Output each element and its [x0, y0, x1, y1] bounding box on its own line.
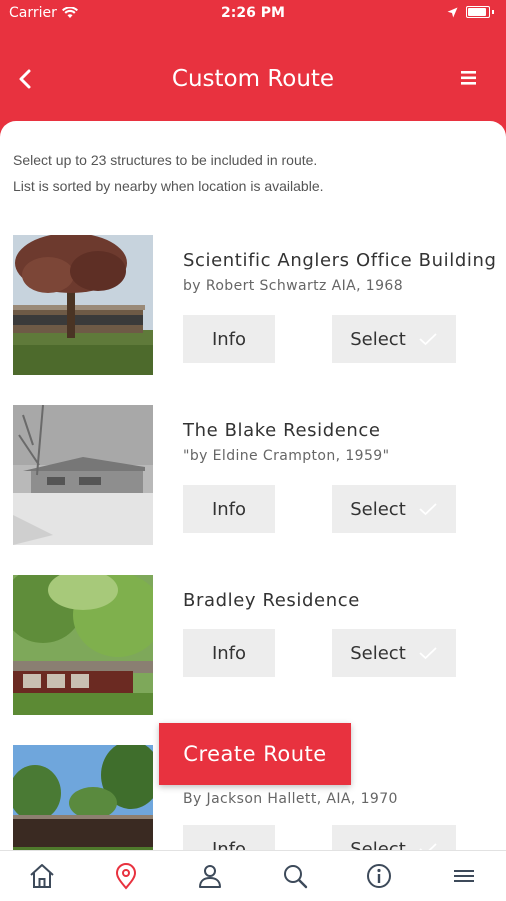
select-button[interactable]: Select	[332, 315, 456, 363]
structure-title: Scientific Anglers Office Building	[183, 250, 497, 271]
select-button-label: Select	[350, 498, 406, 520]
create-route-label: Create Route	[183, 742, 327, 766]
structure-photo[interactable]	[13, 575, 153, 715]
structure-title: The Blake Residence	[183, 420, 381, 441]
battery-icon	[466, 6, 490, 18]
info-button[interactable]: Info	[183, 485, 275, 533]
info-button-label: Info	[211, 838, 247, 851]
location-arrow-icon	[447, 7, 458, 17]
structure-architect: by Robert Schwartz AIA, 1968	[183, 278, 404, 294]
structure-photo[interactable]	[13, 405, 153, 545]
menu-icon[interactable]	[458, 68, 480, 88]
intro-line-2: List is sorted by nearby when location i…	[13, 178, 324, 194]
checkmark-icon	[419, 333, 437, 346]
select-button[interactable]: Select	[332, 629, 456, 677]
info-button[interactable]: Info	[183, 825, 275, 850]
list-item: The Blake Residence "by Eldine Crampton,…	[0, 405, 506, 555]
info-button-label: Info	[211, 642, 247, 664]
intro-line-1: Select up to 23 structures to be include…	[13, 152, 318, 168]
select-button-label: Select	[350, 328, 406, 350]
create-route-button[interactable]: Create Route	[159, 723, 351, 785]
page-title: Custom Route	[171, 66, 335, 92]
battery-tip	[492, 10, 494, 14]
info-icon[interactable]	[364, 861, 394, 891]
structure-photo[interactable]	[13, 235, 153, 375]
structure-architect: By Jackson Hallett, AIA, 1970	[183, 791, 398, 807]
checkmark-icon	[419, 503, 437, 516]
user-icon[interactable]	[195, 861, 225, 891]
select-button-label: Select	[350, 838, 406, 851]
bottom-tab-bar	[0, 850, 506, 901]
location-pin-icon[interactable]	[111, 861, 141, 891]
checkmark-icon	[419, 647, 437, 660]
structure-photo[interactable]	[13, 745, 153, 850]
select-button[interactable]: Select	[332, 485, 456, 533]
select-button[interactable]: Select	[332, 825, 456, 850]
status-time: 2:26 PM	[221, 5, 285, 21]
home-icon[interactable]	[27, 861, 57, 891]
info-button-label: Info	[211, 328, 247, 350]
status-right	[447, 6, 494, 18]
intro-text: Select up to 23 structures to be include…	[13, 147, 324, 199]
info-button[interactable]: Info	[183, 315, 275, 363]
search-icon[interactable]	[280, 861, 310, 891]
menu-icon[interactable]	[449, 861, 479, 891]
structure-architect: "by Eldine Crampton, 1959"	[183, 448, 390, 464]
status-bar: Carrier 2:26 PM	[0, 0, 506, 28]
checkmark-icon	[419, 843, 437, 850]
structure-title: Bradley Residence	[183, 590, 360, 611]
info-button-label: Info	[211, 498, 247, 520]
select-button-label: Select	[350, 642, 406, 664]
list-item: Bradley Residence Info Select	[0, 575, 506, 725]
list-item: Scientific Anglers Office Building by Ro…	[0, 235, 506, 385]
info-button[interactable]: Info	[183, 629, 275, 677]
